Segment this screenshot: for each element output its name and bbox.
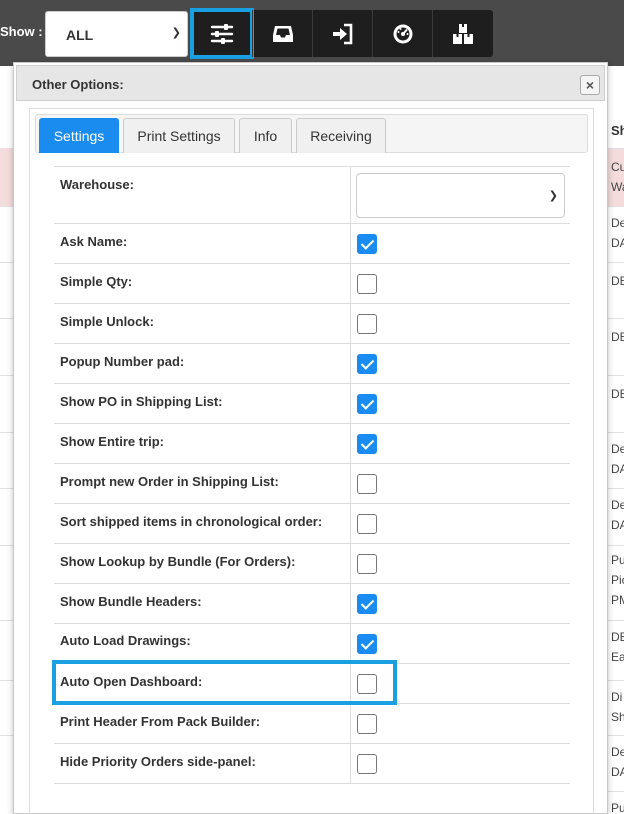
checkbox-auto-load-drawings[interactable]	[357, 634, 377, 654]
checkbox-lookup-by-bundle[interactable]	[357, 554, 377, 574]
table-row: Simple Qty:	[54, 263, 570, 304]
setting-label-show-entire-trip: Show Entire trip:	[60, 434, 164, 449]
table-row: Show PO in Shipping List:	[54, 383, 570, 424]
modal-title: Other Options:	[32, 77, 124, 92]
tab-settings[interactable]: Settings	[39, 118, 119, 153]
show-filter-select[interactable]: ALL ❯	[45, 11, 188, 57]
table-row: Show Bundle Headers:	[54, 583, 570, 624]
checkbox-bundle-headers[interactable]	[357, 594, 377, 614]
tab-receiving[interactable]: Receiving	[296, 118, 386, 153]
checkbox-show-po[interactable]	[357, 394, 377, 414]
table-row: Auto Load Drawings:	[54, 623, 570, 664]
chevron-down-icon: ❯	[548, 190, 558, 202]
list-item: De DA	[606, 432, 624, 488]
checkbox-show-entire-trip[interactable]	[357, 434, 377, 454]
setting-label-simple-unlock: Simple Unlock:	[60, 314, 154, 329]
table-row: Hide Priority Orders side-panel:	[54, 743, 570, 784]
checkbox-simple-qty[interactable]	[357, 274, 377, 294]
table-row: Show Entire trip:	[54, 423, 570, 464]
setting-label-popup-number-pad: Popup Number pad:	[60, 354, 185, 369]
checkbox-auto-open-dashboard[interactable]	[357, 674, 377, 694]
show-filter-value: ALL	[66, 27, 94, 43]
list-item: CuWa	[606, 148, 624, 206]
checkbox-ask-name[interactable]	[357, 234, 377, 254]
checkbox-simple-unlock[interactable]	[357, 314, 377, 334]
warehouse-label: Warehouse:	[60, 177, 134, 192]
checkbox-sort-shipped[interactable]	[357, 514, 377, 534]
setting-label-ask-name: Ask Name:	[60, 234, 128, 249]
boxes-icon	[453, 23, 473, 44]
options-button[interactable]	[190, 8, 254, 59]
background-list-right: Sh CuWa DeDA DE DE DE DeDA DeDA PuPicPM …	[606, 66, 624, 814]
table-row: Show Lookup by Bundle (For Orders):	[54, 543, 570, 584]
list-item: Pu	[606, 791, 624, 814]
inbox-button[interactable]	[253, 10, 313, 57]
setting-label-prompt-new-order: Prompt new Order in Shipping List:	[60, 474, 279, 489]
list-item: DE	[606, 375, 624, 432]
list-item: DE	[606, 318, 624, 375]
show-label: Show :	[0, 24, 43, 39]
sign-in-button[interactable]	[313, 10, 373, 57]
checkbox-hide-priority-orders[interactable]	[357, 754, 377, 774]
warehouse-select[interactable]: ❯	[356, 173, 565, 218]
checkbox-print-header[interactable]	[357, 714, 377, 734]
dashboard-icon	[393, 24, 413, 43]
setting-label-hide-priority-orders: Hide Priority Orders side-panel:	[60, 754, 256, 769]
table-row: Auto Open Dashboard:	[54, 663, 570, 704]
list-item: Di Sh	[606, 680, 624, 735]
table-row: Ask Name:	[54, 223, 570, 264]
sliders-icon	[210, 23, 234, 44]
toolbar-button-group	[190, 8, 493, 59]
list-item: DE Ea	[606, 620, 624, 680]
packages-button[interactable]	[433, 10, 493, 57]
chevron-down-icon: ❯	[171, 27, 181, 39]
setting-label-auto-load-drawings: Auto Load Drawings:	[60, 633, 191, 648]
table-row: Sort shipped items in chronological orde…	[54, 503, 570, 544]
inbox-icon	[273, 25, 293, 42]
top-toolbar: Show : ALL ❯	[0, 0, 624, 66]
setting-label-simple-qty: Simple Qty:	[60, 274, 133, 289]
close-icon: ×	[585, 77, 595, 93]
tab-info[interactable]: Info	[239, 118, 292, 153]
dashboard-button[interactable]	[373, 10, 433, 57]
settings-panel: Settings Print Settings Info Receiving W…	[29, 108, 594, 814]
setting-label-print-header: Print Header From Pack Builder:	[60, 714, 261, 729]
table-row: Warehouse: ❯	[54, 166, 570, 224]
setting-label-sort-shipped: Sort shipped items in chronological orde…	[60, 514, 323, 529]
setting-label-auto-open-dashboard: Auto Open Dashboard:	[60, 674, 203, 689]
table-row: Simple Unlock:	[54, 303, 570, 344]
list-item: PuPicPM	[606, 545, 624, 620]
list-item: De DA	[606, 206, 624, 262]
table-row: Popup Number pad:	[54, 343, 570, 384]
background-highlight-row	[0, 148, 14, 206]
other-options-modal: Other Options: × Settings Print Settings…	[13, 62, 608, 814]
table-row: Print Header From Pack Builder:	[54, 703, 570, 744]
checkbox-prompt-new-order[interactable]	[357, 474, 377, 494]
table-row: Prompt new Order in Shipping List:	[54, 463, 570, 504]
column-header: Sh	[611, 123, 624, 138]
list-item: De DA	[606, 488, 624, 545]
list-item: De DA	[606, 735, 624, 791]
close-button[interactable]: ×	[580, 75, 600, 95]
setting-label-show-po: Show PO in Shipping List:	[60, 394, 223, 409]
tab-bar: Settings Print Settings Info Receiving	[35, 114, 588, 153]
setting-label-lookup-by-bundle: Show Lookup by Bundle (For Orders):	[60, 554, 296, 569]
setting-label-bundle-headers: Show Bundle Headers:	[60, 594, 202, 609]
tab-print-settings[interactable]: Print Settings	[123, 118, 235, 153]
list-item: DE	[606, 262, 624, 318]
modal-header: Other Options: ×	[16, 65, 605, 101]
sign-in-icon	[333, 23, 353, 44]
checkbox-popup-number-pad[interactable]	[357, 354, 377, 374]
